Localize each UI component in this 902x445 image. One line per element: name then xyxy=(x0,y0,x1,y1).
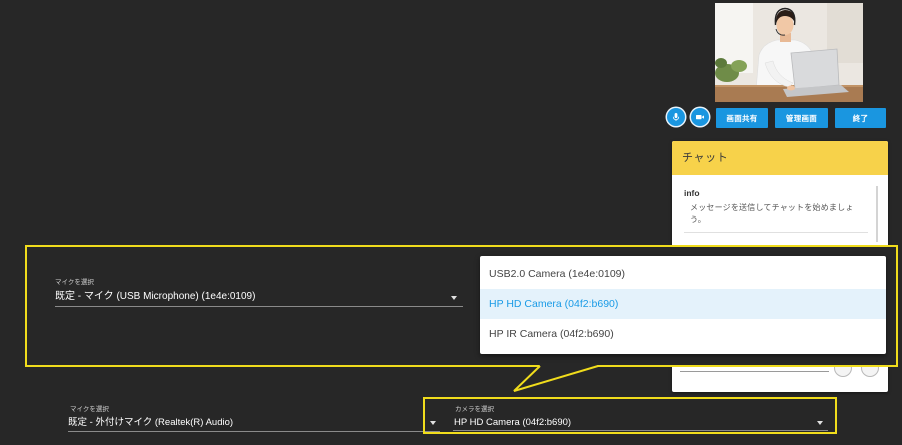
mic-icon xyxy=(672,113,680,121)
chat-scrollbar[interactable] xyxy=(876,186,878,242)
chat-message-divider xyxy=(684,232,868,233)
callout-mic-dropdown-arrow-icon[interactable] xyxy=(451,296,457,300)
camera-option-usb2-camera[interactable]: USB2.0 Camera (1e4e:0109) xyxy=(480,259,886,289)
chat-header: チャット xyxy=(672,141,888,175)
admin-panel-button[interactable]: 管理画面 xyxy=(775,108,828,128)
zoom-callout: マイクを選択 既定 - マイク (USB Microphone) (1e4e:0… xyxy=(25,245,898,367)
mic-select-underline xyxy=(68,431,440,432)
chat-title: チャット xyxy=(682,152,729,164)
camera-option-hp-ir-camera[interactable]: HP IR Camera (04f2:b690) xyxy=(480,319,886,349)
mic-select-label: マイクを選択 xyxy=(70,406,109,413)
chat-input[interactable] xyxy=(680,371,829,372)
camera-toggle-button[interactable] xyxy=(691,108,709,126)
chat-message-text: メッセージを送信してチャットを始めましょう。 xyxy=(690,203,854,224)
camera-select-label: カメラを選択 xyxy=(455,406,494,413)
screen-share-button[interactable]: 画面共有 xyxy=(716,108,768,128)
mic-toggle-button[interactable] xyxy=(667,108,685,126)
mic-select-value[interactable]: 既定 - 外付けマイク (Realtek(R) Audio) xyxy=(68,417,233,429)
camera-select-value[interactable]: HP HD Camera (04f2:b690) xyxy=(454,417,571,429)
end-call-button[interactable]: 終了 xyxy=(835,108,886,128)
callout-mic-select-value[interactable]: 既定 - マイク (USB Microphone) (1e4e:0109) xyxy=(55,291,255,303)
camera-dropdown-menu: USB2.0 Camera (1e4e:0109) HP HD Camera (… xyxy=(480,256,886,354)
callout-mic-select-label: マイクを選択 xyxy=(55,279,94,286)
callout-mic-select-underline xyxy=(55,306,463,307)
chat-message-sender: info xyxy=(684,188,700,198)
video-frame xyxy=(715,3,863,102)
camera-icon xyxy=(696,115,704,120)
video-preview xyxy=(715,3,863,102)
camera-option-hp-hd-camera[interactable]: HP HD Camera (04f2:b690) xyxy=(480,289,886,319)
camera-select-underline xyxy=(453,430,828,431)
camera-dropdown-arrow-icon[interactable] xyxy=(817,421,823,425)
